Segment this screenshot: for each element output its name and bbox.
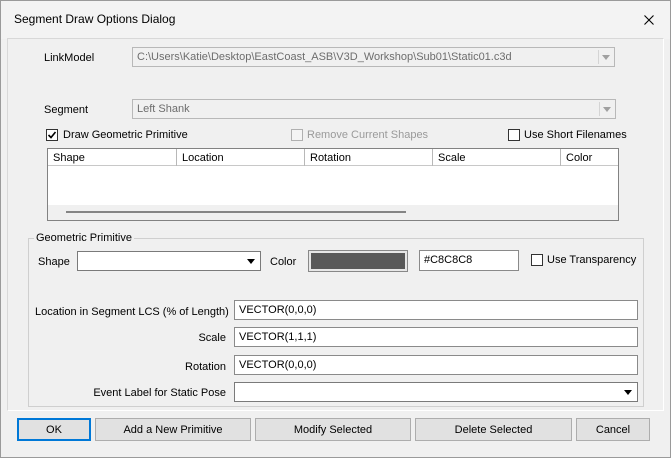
use-transparency-label: Use Transparency xyxy=(547,254,637,266)
use-short-filenames-checkbox[interactable] xyxy=(508,129,520,141)
close-button[interactable] xyxy=(638,10,660,30)
segment-value: Left Shank xyxy=(137,103,190,115)
color-hex-input[interactable]: #C8C8C8 xyxy=(419,250,519,271)
color-label: Color xyxy=(270,256,297,268)
location-label: Location in Segment LCS (% of Length) xyxy=(35,306,229,318)
remove-current-shapes-label: Remove Current Shapes xyxy=(307,129,429,141)
chevron-down-icon xyxy=(621,385,635,399)
modify-selected-button[interactable]: Modify Selected xyxy=(255,418,411,441)
use-short-filenames-label: Use Short Filenames xyxy=(524,129,627,141)
rotation-label: Rotation xyxy=(185,361,226,373)
segment-draw-options-dialog: Segment Draw Options Dialog LinkModel C:… xyxy=(0,0,671,458)
color-swatch xyxy=(311,253,405,269)
color-picker-button[interactable] xyxy=(308,250,408,272)
location-input[interactable]: VECTOR(0,0,0) xyxy=(234,300,638,320)
segment-label: Segment xyxy=(44,104,89,116)
shape-dropdown[interactable] xyxy=(77,251,261,271)
primitives-list[interactable]: Shape Location Rotation Scale Color xyxy=(47,148,619,221)
link-model-value: C:\Users\Katie\Desktop\EastCoast_ASB\V3D… xyxy=(137,51,512,63)
event-label-dropdown[interactable] xyxy=(234,382,638,402)
chevron-down-icon xyxy=(598,50,612,64)
link-model-dropdown[interactable]: C:\Users\Katie\Desktop\EastCoast_ASB\V3D… xyxy=(132,47,615,67)
window-title: Segment Draw Options Dialog xyxy=(14,12,176,26)
geometric-primitive-group-title: Geometric Primitive xyxy=(34,232,134,244)
remove-current-shapes-checkbox[interactable] xyxy=(291,129,303,141)
chevron-down-icon xyxy=(244,254,258,268)
scrollbar-thumb[interactable] xyxy=(66,211,406,213)
scale-input[interactable]: VECTOR(1,1,1) xyxy=(234,327,638,347)
scale-label: Scale xyxy=(198,332,226,344)
column-header-rotation[interactable]: Rotation xyxy=(305,149,433,166)
rotation-input[interactable]: VECTOR(0,0,0) xyxy=(234,355,638,375)
column-header-location[interactable]: Location xyxy=(177,149,305,166)
draw-geometric-primitive-checkbox[interactable] xyxy=(46,129,58,141)
title-bar: Segment Draw Options Dialog xyxy=(1,1,670,39)
column-header-color[interactable]: Color xyxy=(561,149,618,166)
use-transparency-checkbox[interactable] xyxy=(531,254,543,266)
add-new-primitive-button[interactable]: Add a New Primitive xyxy=(95,418,251,441)
delete-selected-button[interactable]: Delete Selected xyxy=(415,418,572,441)
segment-dropdown[interactable]: Left Shank xyxy=(132,99,616,119)
horizontal-scrollbar[interactable] xyxy=(48,205,618,220)
shape-label: Shape xyxy=(38,256,70,268)
column-header-scale[interactable]: Scale xyxy=(433,149,561,166)
ok-button[interactable]: OK xyxy=(17,418,91,441)
checkmark-icon xyxy=(47,131,57,139)
column-header-shape[interactable]: Shape xyxy=(48,149,177,166)
chevron-down-icon xyxy=(599,102,613,116)
draw-geometric-primitive-label: Draw Geometric Primitive xyxy=(63,129,188,141)
list-header: Shape Location Rotation Scale Color xyxy=(48,149,618,166)
cancel-button[interactable]: Cancel xyxy=(576,418,650,441)
link-model-label: LinkModel xyxy=(44,52,95,64)
close-icon xyxy=(644,15,654,25)
event-label-caption: Event Label for Static Pose xyxy=(93,387,226,399)
